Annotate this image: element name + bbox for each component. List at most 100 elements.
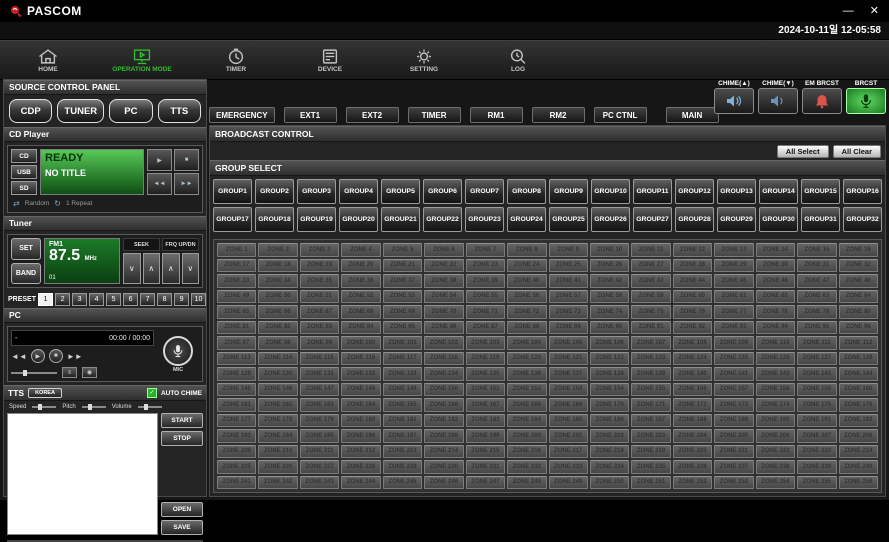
toolbar-log-button[interactable]: LOG: [482, 47, 554, 74]
group-button[interactable]: GROUP19: [297, 207, 336, 232]
group-button[interactable]: GROUP1: [213, 179, 252, 204]
zone-button[interactable]: ZONE 243: [300, 476, 339, 490]
zone-button[interactable]: ZONE 214: [424, 445, 463, 459]
zone-button[interactable]: ZONE 253: [714, 476, 753, 490]
group-button[interactable]: GROUP23: [465, 207, 504, 232]
em-brcst-button[interactable]: [802, 88, 842, 114]
zone-button[interactable]: ZONE 13: [714, 243, 753, 257]
zone-button[interactable]: ZONE 234: [590, 460, 629, 474]
zone-button[interactable]: ZONE 11: [631, 243, 670, 257]
group-button[interactable]: GROUP29: [717, 207, 756, 232]
zone-button[interactable]: ZONE 37: [383, 274, 422, 288]
group-button[interactable]: GROUP25: [549, 207, 588, 232]
zone-button[interactable]: ZONE 98: [258, 336, 297, 350]
zone-button[interactable]: ZONE 256: [839, 476, 878, 490]
zone-button[interactable]: ZONE 41: [549, 274, 588, 288]
zone-button[interactable]: ZONE 165: [383, 398, 422, 412]
minimize-button[interactable]: —: [843, 0, 854, 22]
zone-button[interactable]: ZONE 100: [341, 336, 380, 350]
zone-button[interactable]: ZONE 161: [217, 398, 256, 412]
source-select-button[interactable]: TUNER: [57, 99, 104, 123]
zone-button[interactable]: ZONE 10: [590, 243, 629, 257]
zone-button[interactable]: ZONE 112: [839, 336, 878, 350]
zone-button[interactable]: ZONE 89: [549, 321, 588, 335]
zone-button[interactable]: ZONE 68: [341, 305, 380, 319]
all-select-button[interactable]: All Select: [777, 145, 829, 158]
zone-button[interactable]: ZONE 9: [549, 243, 588, 257]
zone-button[interactable]: ZONE 134: [424, 367, 463, 381]
zone-button[interactable]: ZONE 79: [797, 305, 836, 319]
zone-button[interactable]: ZONE 97: [217, 336, 256, 350]
zone-button[interactable]: ZONE 52: [341, 290, 380, 304]
zone-button[interactable]: ZONE 106: [590, 336, 629, 350]
zone-button[interactable]: ZONE 16: [839, 243, 878, 257]
group-button[interactable]: GROUP30: [759, 207, 798, 232]
zone-button[interactable]: ZONE 90: [590, 321, 629, 335]
zone-button[interactable]: ZONE 59: [631, 290, 670, 304]
zone-button[interactable]: ZONE 117: [383, 352, 422, 366]
cd-prev-button[interactable]: ◄◄: [147, 173, 172, 195]
mic-button[interactable]: [163, 336, 193, 366]
zone-button[interactable]: ZONE 138: [590, 367, 629, 381]
zone-button[interactable]: ZONE 228: [341, 460, 380, 474]
preset-button[interactable]: 6: [123, 293, 138, 306]
preset-button[interactable]: 5: [106, 293, 121, 306]
zone-button[interactable]: ZONE 61: [714, 290, 753, 304]
zone-button[interactable]: ZONE 254: [756, 476, 795, 490]
zone-button[interactable]: ZONE 200: [507, 429, 546, 443]
zone-button[interactable]: ZONE 55: [466, 290, 505, 304]
zone-button[interactable]: ZONE 175: [797, 398, 836, 412]
zone-button[interactable]: ZONE 142: [756, 367, 795, 381]
group-button[interactable]: GROUP11: [633, 179, 672, 204]
repeat-label[interactable]: 1 Repeat: [66, 200, 92, 207]
zone-button[interactable]: ZONE 149: [383, 383, 422, 397]
toolbar-operation-mode-button[interactable]: OPERATION MODE: [106, 47, 178, 74]
zone-button[interactable]: ZONE 64: [839, 290, 878, 304]
group-button[interactable]: GROUP6: [423, 179, 462, 204]
zone-button[interactable]: ZONE 101: [383, 336, 422, 350]
zone-button[interactable]: ZONE 189: [714, 414, 753, 428]
zone-button[interactable]: ZONE 193: [217, 429, 256, 443]
zone-button[interactable]: ZONE 166: [424, 398, 463, 412]
zone-button[interactable]: ZONE 245: [383, 476, 422, 490]
zone-button[interactable]: ZONE 2: [258, 243, 297, 257]
zone-button[interactable]: ZONE 50: [258, 290, 297, 304]
zone-button[interactable]: ZONE 187: [631, 414, 670, 428]
group-button[interactable]: GROUP3: [297, 179, 336, 204]
zone-button[interactable]: ZONE 17: [217, 259, 256, 273]
zone-button[interactable]: ZONE 80: [839, 305, 878, 319]
zone-button[interactable]: ZONE 18: [258, 259, 297, 273]
zone-button[interactable]: ZONE 177: [217, 414, 256, 428]
broadcast-tab[interactable]: RM1: [470, 107, 523, 123]
zone-button[interactable]: ZONE 88: [507, 321, 546, 335]
zone-button[interactable]: ZONE 168: [507, 398, 546, 412]
zone-button[interactable]: ZONE 242: [258, 476, 297, 490]
preset-button[interactable]: 3: [72, 293, 87, 306]
zone-button[interactable]: ZONE 190: [756, 414, 795, 428]
volume-slider[interactable]: [138, 406, 162, 408]
pc-stop-button[interactable]: ■: [49, 349, 63, 363]
seek-up-button[interactable]: ∧: [143, 253, 161, 284]
zone-button[interactable]: ZONE 81: [217, 321, 256, 335]
zone-button[interactable]: ZONE 144: [839, 367, 878, 381]
zone-button[interactable]: ZONE 208: [839, 429, 878, 443]
eject-button[interactable]: ◉: [82, 367, 97, 378]
zone-button[interactable]: ZONE 174: [756, 398, 795, 412]
zone-button[interactable]: ZONE 210: [258, 445, 297, 459]
toolbar-home-button[interactable]: HOME: [12, 47, 84, 74]
zone-button[interactable]: ZONE 255: [797, 476, 836, 490]
zone-button[interactable]: ZONE 60: [673, 290, 712, 304]
zone-button[interactable]: ZONE 53: [383, 290, 422, 304]
zone-button[interactable]: ZONE 109: [714, 336, 753, 350]
pc-volume-slider[interactable]: [11, 372, 57, 374]
zone-button[interactable]: ZONE 95: [797, 321, 836, 335]
zone-button[interactable]: ZONE 26: [590, 259, 629, 273]
zone-button[interactable]: ZONE 76: [673, 305, 712, 319]
toolbar-device-button[interactable]: DEVICE: [294, 47, 366, 74]
broadcast-tab[interactable]: TIMER: [408, 107, 461, 123]
zone-button[interactable]: ZONE 72: [507, 305, 546, 319]
zone-button[interactable]: ZONE 85: [383, 321, 422, 335]
zone-button[interactable]: ZONE 172: [673, 398, 712, 412]
zone-button[interactable]: ZONE 154: [590, 383, 629, 397]
preset-button[interactable]: 4: [89, 293, 104, 306]
